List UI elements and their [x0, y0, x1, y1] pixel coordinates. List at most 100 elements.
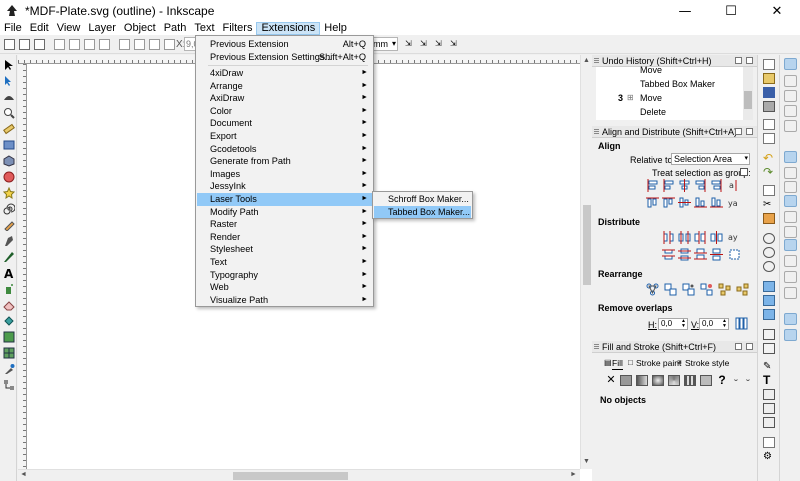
scale-stroke-icon[interactable]: ⇲ — [405, 39, 416, 50]
scroll-up-icon[interactable]: ▲ — [583, 57, 590, 64]
align-left-icon[interactable] — [662, 179, 675, 192]
calligraphy-tool-icon[interactable] — [3, 251, 15, 263]
align-baseline-horizontal-icon[interactable]: a — [728, 179, 741, 192]
scroll-left-icon[interactable]: ◄ — [20, 471, 27, 478]
menu-extensions[interactable]: Extensions — [256, 22, 321, 35]
h-gap-input[interactable]: 0,0 ▲ ▼ — [658, 318, 688, 330]
snap-page-border-icon[interactable] — [784, 287, 797, 299]
nonzero-fill-icon[interactable]: ᵕ — [742, 375, 754, 386]
menu-item-stylesheet[interactable]: Stylesheet ► — [197, 243, 372, 256]
menu-layer[interactable]: Layer — [84, 22, 120, 35]
exchange-clockwise-icon[interactable] — [700, 283, 713, 296]
expand-icon[interactable]: ⊞ — [627, 91, 634, 105]
transform-gradients-icon[interactable]: ⇲ — [435, 39, 446, 50]
lower-to-bottom-icon[interactable] — [164, 39, 175, 50]
panel-close-icon[interactable] — [746, 57, 753, 64]
snap-rotation-centers-icon[interactable] — [784, 255, 797, 267]
menu-item-color[interactable]: Color ► — [197, 105, 372, 118]
undo-row[interactable]: Delete — [596, 105, 742, 119]
ungroup-icon[interactable] — [763, 343, 775, 354]
vertical-scroll-thumb[interactable] — [583, 205, 591, 285]
distribute-left-edges-icon[interactable] — [662, 231, 675, 244]
menu-item-document[interactable]: Document ► — [197, 117, 372, 130]
save-icon[interactable] — [763, 87, 775, 98]
flip-vertical-icon[interactable] — [99, 39, 110, 50]
distribute-baselines-horizontal-icon[interactable]: ay — [728, 231, 741, 244]
graph-layout-icon[interactable] — [646, 283, 659, 296]
fill-stroke-header[interactable]: Fill and Stroke (Shift+Ctrl+F) — [592, 341, 757, 353]
3d-box-tool-icon[interactable] — [3, 155, 15, 167]
measure-tool-icon[interactable] — [3, 123, 15, 135]
unset-paint-icon[interactable]: ? — [716, 374, 728, 386]
import-icon[interactable] — [763, 119, 775, 130]
align-center-vertical-icon[interactable] — [678, 196, 691, 209]
linear-gradient-icon[interactable] — [636, 375, 648, 386]
snap-bbox-midpoint-icon[interactable] — [784, 120, 797, 132]
transform-patterns-icon[interactable]: ⇲ — [450, 39, 461, 50]
open-icon[interactable] — [763, 73, 775, 84]
print-icon[interactable] — [763, 101, 775, 112]
radial-gradient-icon[interactable] — [652, 375, 664, 386]
raise-to-top-icon[interactable] — [119, 39, 130, 50]
zoom-drawing-icon[interactable] — [763, 247, 775, 258]
align-right-icon[interactable] — [694, 179, 707, 192]
menu-edit[interactable]: Edit — [26, 22, 53, 35]
pen-tool-icon[interactable] — [3, 235, 15, 247]
layers-dialog-icon[interactable] — [763, 389, 775, 400]
document-properties-icon[interactable] — [763, 437, 775, 448]
menu-help[interactable]: Help — [320, 22, 351, 35]
tab-stroke-paint[interactable]: Stroke paint — [636, 357, 681, 369]
align-baseline-vertical-icon[interactable]: ya — [728, 196, 741, 209]
menu-item-web[interactable]: Web ► — [197, 281, 372, 294]
snap-guides-icon[interactable] — [784, 329, 797, 341]
rotate-ccw-icon[interactable] — [54, 39, 65, 50]
treat-as-group-checkbox[interactable] — [740, 168, 748, 176]
distribute-centers-vertical-icon[interactable] — [678, 248, 691, 261]
no-paint-icon[interactable]: ✕ — [605, 375, 617, 386]
tab-stroke-style[interactable]: Stroke style — [685, 357, 729, 369]
menu-filters[interactable]: Filters — [219, 22, 257, 35]
maximize-button[interactable]: ☐ — [708, 0, 754, 22]
menu-item-raster[interactable]: Raster ► — [197, 218, 372, 231]
snap-bbox-icon[interactable] — [784, 75, 797, 87]
distribute-top-edges-icon[interactable] — [662, 248, 675, 261]
preferences-icon[interactable]: ⚙ — [763, 451, 775, 462]
spiral-tool-icon[interactable] — [3, 203, 15, 215]
xml-editor-icon[interactable] — [763, 403, 775, 414]
redo-icon[interactable]: ↷ — [763, 166, 775, 178]
scale-corners-icon[interactable]: ⇲ — [420, 39, 431, 50]
copy-icon[interactable] — [763, 185, 775, 196]
menu-item-generate-from-path[interactable]: Generate from Path ► — [197, 155, 372, 168]
canvas-vertical-scrollbar[interactable]: ▲ ▼ — [580, 55, 592, 469]
snap-intersections-icon[interactable] — [784, 181, 797, 193]
scroll-down-icon[interactable]: ▼ — [583, 458, 590, 465]
menu-item-modify-path[interactable]: Modify Path ► — [197, 206, 372, 219]
select-all-layers-icon[interactable] — [19, 39, 30, 50]
panel-iconify-icon[interactable] — [735, 128, 742, 135]
gradient-tool-icon[interactable] — [3, 331, 15, 343]
paste-icon[interactable] — [763, 213, 775, 224]
undo-row[interactable]: 3 ⊞ Move — [596, 91, 742, 105]
panel-close-icon[interactable] — [746, 128, 753, 135]
select-all-icon[interactable] — [4, 39, 15, 50]
distribute-centers-horizontal-icon[interactable] — [678, 231, 691, 244]
pattern-icon[interactable] — [684, 375, 696, 386]
remove-overlaps-icon[interactable] — [735, 317, 748, 330]
undo-scrollbar[interactable] — [743, 67, 753, 120]
zoom-tool-icon[interactable] — [3, 107, 15, 119]
align-right-to-left-icon[interactable] — [646, 179, 659, 192]
selector-tool-icon[interactable] — [3, 59, 15, 71]
cut-icon[interactable]: ✂ — [763, 199, 775, 210]
scroll-right-icon[interactable]: ► — [570, 471, 577, 478]
connector-tool-icon[interactable] — [3, 379, 15, 391]
menu-view[interactable]: View — [53, 22, 85, 35]
menu-path[interactable]: Path — [160, 22, 191, 35]
v-gap-input[interactable]: 0,0 ▲ ▼ — [699, 318, 729, 330]
undo-scroll-thumb[interactable] — [744, 91, 752, 109]
unit-select[interactable]: mm ▾ — [370, 37, 398, 51]
menu-item-render[interactable]: Render ► — [197, 231, 372, 244]
align-dialog-icon[interactable] — [763, 417, 775, 428]
align-top-to-bottom-icon[interactable] — [710, 196, 723, 209]
mesh-gradient-icon[interactable] — [668, 375, 680, 386]
text-tool-icon[interactable]: A — [3, 267, 15, 279]
